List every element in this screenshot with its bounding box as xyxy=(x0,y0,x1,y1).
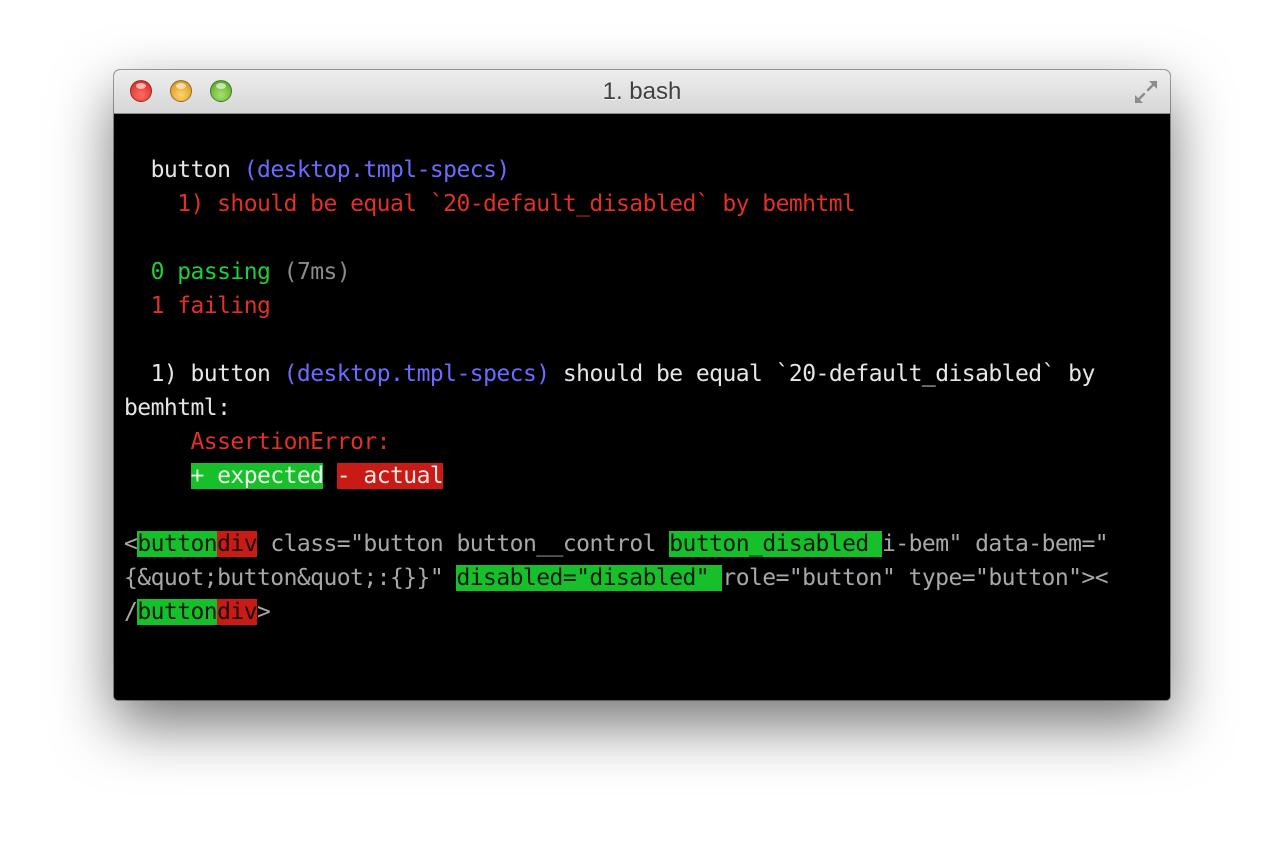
diff-bem-value: {&quot;button&quot;:{}}" xyxy=(124,565,457,591)
terminal-output[interactable]: button (desktop.tmpl-specs) 1) should be… xyxy=(114,114,1170,700)
suite-line: button (desktop.tmpl-specs) xyxy=(124,153,511,187)
failing-line: 1 failing xyxy=(124,289,271,323)
passing-line: 0 passing (7ms) xyxy=(124,255,351,289)
diff-close-bracket: > xyxy=(257,599,271,625)
passing-label: passing xyxy=(177,259,271,285)
diff-close-slash: / xyxy=(124,599,138,625)
diff-actual-close-tag: div xyxy=(217,599,258,625)
failing-label: failing xyxy=(177,293,271,319)
diff-expected-tag: button xyxy=(137,531,218,557)
diff-class-attr: class="button button__control xyxy=(257,531,670,557)
error-type: AssertionError: xyxy=(190,429,391,455)
terminal-window: 1. bash button (desktop.tmpl-specs) 1) s… xyxy=(114,70,1170,700)
diff-line-1: <buttondiv class="button button__control… xyxy=(124,527,1109,561)
diff-role-type-attrs: role="button" type="button">< xyxy=(722,565,1109,591)
legend-actual: - actual xyxy=(336,463,444,489)
failure-detail-message: should be equal `20-default_disabled` by xyxy=(562,361,1095,387)
diff-line-2: {&quot;button&quot;:{}}" disabled="disab… xyxy=(124,561,1109,595)
failure-item: 1) should be equal `20-default_disabled`… xyxy=(177,191,856,217)
window-title: 1. bash xyxy=(602,78,682,105)
failure-detail-line: 1) button (desktop.tmpl-specs) should be… xyxy=(124,357,1096,391)
suite-name: button xyxy=(150,157,231,183)
title-bar: 1. bash xyxy=(114,70,1170,114)
failure-detail-message-cont: bemhtml: xyxy=(124,395,231,421)
diff-expected-disabled-attr: disabled="disabled" xyxy=(456,565,723,591)
diff-legend-line: + expected - actual xyxy=(124,459,444,493)
failure-detail-prefix: 1) button xyxy=(150,361,271,387)
passing-count: 0 xyxy=(150,259,165,285)
diff-actual-tag: div xyxy=(217,531,258,557)
suite-spec-path: (desktop.tmpl-specs) xyxy=(243,157,511,183)
diff-expected-close-tag: button xyxy=(137,599,218,625)
passing-time: (7ms) xyxy=(283,259,351,285)
failure-item-line: 1) should be equal `20-default_disabled`… xyxy=(124,187,856,221)
fullscreen-icon[interactable] xyxy=(1132,78,1160,106)
failure-detail-spec-path: (desktop.tmpl-specs) xyxy=(283,361,551,387)
failure-detail-cont-line: bemhtml: xyxy=(124,391,231,425)
diff-open-bracket: < xyxy=(124,531,138,557)
diff-class-tail: i-bem" data-bem=" xyxy=(882,531,1109,557)
diff-line-3: /buttondiv> xyxy=(124,595,271,629)
error-type-line: AssertionError: xyxy=(124,425,391,459)
diff-expected-class: button_disabled xyxy=(669,531,882,557)
failing-count: 1 xyxy=(150,293,165,319)
legend-expected: + expected xyxy=(190,463,324,489)
